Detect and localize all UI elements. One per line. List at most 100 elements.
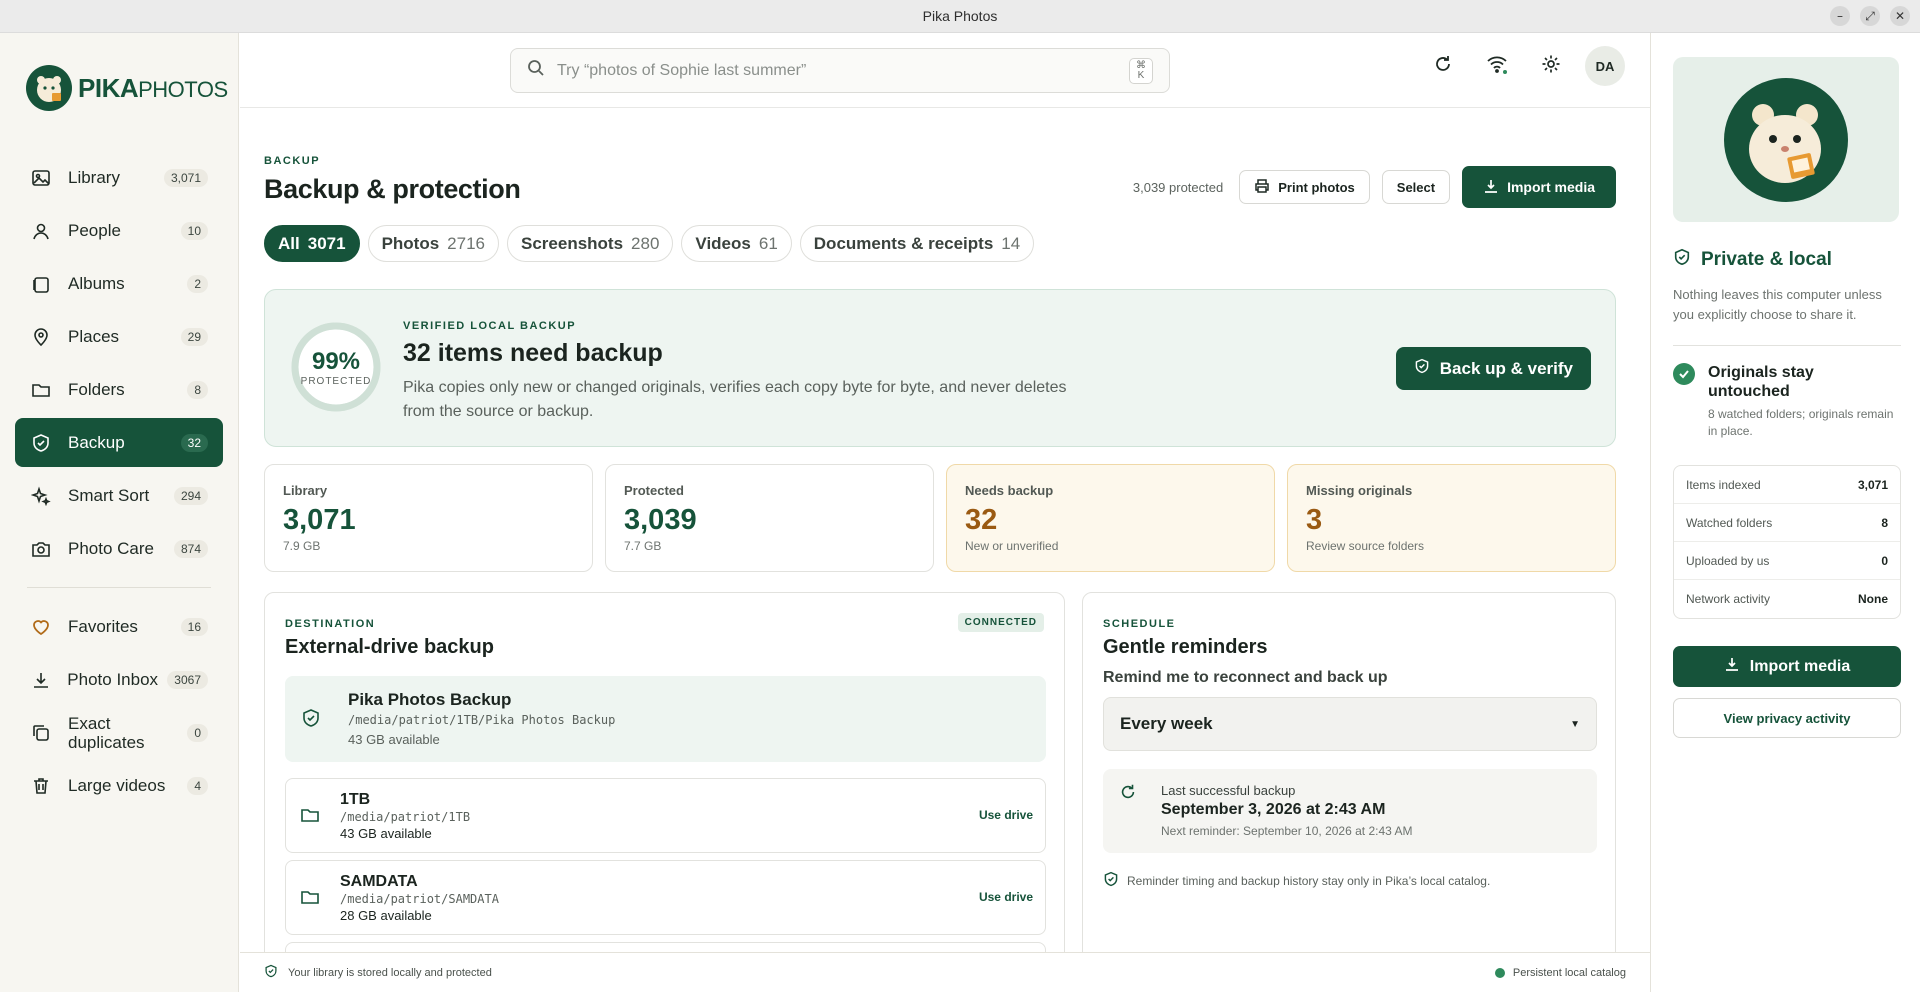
- hero-description: Pika copies only new or changed original…: [403, 379, 1067, 420]
- sidebar-item-label: Favorites: [68, 617, 138, 636]
- stat-sub: New or unverified: [965, 539, 1059, 553]
- privacy-stats: Items indexed 3,071 Watched folders 8 Uplo…: [1673, 465, 1901, 619]
- drive-option[interactable]: 1TB /media/patriot/1TB 43 GB available U…: [285, 778, 1046, 853]
- tab-videos[interactable]: Videos 61: [681, 225, 792, 262]
- tab-label: Screenshots: [521, 233, 624, 253]
- tab-count: 61: [758, 233, 778, 253]
- page-eyebrow: BACKUP: [264, 155, 321, 167]
- status-badge: CONNECTED: [957, 613, 1044, 632]
- sparkle-icon: [30, 485, 52, 507]
- reminder-question: Remind me to reconnect and back up: [1103, 669, 1388, 686]
- drive-option-partial[interactable]: [285, 942, 1046, 952]
- originals-title: Originals stay untouched: [1708, 364, 1814, 400]
- count-badge: 3,071: [163, 168, 208, 187]
- sidebar-item-label: Library: [68, 168, 120, 187]
- network-status-button[interactable]: [1477, 46, 1517, 86]
- stat-value: 32: [965, 504, 998, 536]
- protected-percent-label: PROTECTED: [300, 375, 372, 387]
- count-badge: 10: [180, 221, 208, 240]
- sidebar-item-label: Large videos: [68, 776, 166, 795]
- top-bar: Try “photos of Sophie last summer” ⌘ K DA: [240, 33, 1650, 108]
- sidebar-item-label: Exact duplicates: [68, 713, 145, 752]
- use-drive-button[interactable]: Use drive: [979, 890, 1033, 904]
- minimize-button[interactable]: –: [1830, 6, 1850, 26]
- schedule-title: Gentle reminders: [1103, 636, 1268, 658]
- hero-eyebrow: VERIFIED LOCAL BACKUP: [403, 320, 577, 332]
- refresh-button[interactable]: [1423, 46, 1463, 86]
- gear-icon: [1541, 54, 1561, 79]
- sidebar-item-label: Backup: [68, 433, 125, 452]
- tab-documents-receipts[interactable]: Documents & receipts 14: [799, 225, 1035, 262]
- sidebar-item-photo-inbox[interactable]: Photo Inbox 3067: [15, 655, 223, 704]
- stat-label: Needs backup: [965, 483, 1054, 498]
- sidebar-item-photo-care[interactable]: Photo Care 874: [15, 524, 223, 573]
- drive-option[interactable]: SAMDATA /media/patriot/SAMDATA 28 GB ava…: [285, 860, 1046, 935]
- app-logo[interactable]: PIKAPHOTOS: [26, 65, 228, 111]
- main-content: BACKUP Backup & protection 3,039 protect…: [264, 108, 1616, 952]
- select-button[interactable]: Select: [1381, 170, 1451, 204]
- status-left-text: Your library is stored locally and prote…: [288, 966, 492, 979]
- shield-check-icon: [1103, 871, 1119, 890]
- settings-button[interactable]: [1531, 46, 1571, 86]
- tab-screenshots[interactable]: Screenshots 280: [507, 225, 674, 262]
- stat-label: Library: [283, 483, 328, 498]
- back-up-verify-button[interactable]: Back up & verify: [1395, 347, 1591, 390]
- import-media-button[interactable]: Import media: [1673, 646, 1901, 687]
- sidebar-item-label: Photo Care: [68, 539, 154, 558]
- protected-count: 3,039 protected: [1132, 179, 1224, 195]
- sidebar-item-albums[interactable]: Albums 2: [15, 259, 223, 308]
- sidebar-item-smart-sort[interactable]: Smart Sort 294: [15, 471, 223, 520]
- drive-path: /media/patriot/SAMDATA: [340, 892, 499, 906]
- avatar[interactable]: DA: [1585, 46, 1625, 86]
- use-drive-button[interactable]: Use drive: [979, 808, 1033, 822]
- sidebar-item-exact-duplicates[interactable]: Exact duplicates 0: [15, 708, 223, 757]
- refresh-icon: [1433, 54, 1453, 79]
- sidebar-item-label: Folders: [68, 380, 125, 399]
- refresh-icon: [1119, 783, 1137, 806]
- search-input[interactable]: Try “photos of Sophie last summer” ⌘ K: [510, 48, 1170, 93]
- brand-bold: PIKA: [78, 72, 139, 103]
- sidebar-item-people[interactable]: People 10: [15, 206, 223, 255]
- tab-label: Photos: [381, 233, 440, 253]
- brand-light: PHOTOS: [138, 76, 228, 102]
- count-badge: 29: [180, 327, 208, 346]
- reminder-frequency-value: Every week: [1120, 714, 1213, 733]
- reminder-frequency-select[interactable]: Every week ▼: [1103, 697, 1597, 751]
- close-button[interactable]: ✕: [1890, 6, 1910, 26]
- import-media-label: Import media: [1749, 657, 1851, 675]
- sidebar-item-folders[interactable]: Folders 8: [15, 365, 223, 414]
- schedule-privacy-note: Reminder timing and backup history stay …: [1103, 871, 1490, 890]
- sidebar-item-backup[interactable]: Backup 32: [15, 418, 223, 467]
- sidebar-item-favorites[interactable]: Favorites 16: [15, 602, 223, 651]
- sidebar-item-library[interactable]: Library 3,071: [15, 153, 223, 202]
- count-badge: 874: [173, 539, 208, 558]
- schedule-note-text: Reminder timing and backup history stay …: [1127, 873, 1491, 888]
- stat-card-missing-originals[interactable]: Missing originals 3 Review source folder…: [1287, 464, 1616, 572]
- drive-available: 28 GB available: [340, 908, 432, 923]
- page-title: Backup & protection: [264, 174, 521, 204]
- print-photos-button[interactable]: Print photos: [1239, 170, 1370, 204]
- count-badge: 2: [187, 274, 208, 293]
- drive-name: Pika Photos Backup: [348, 690, 512, 709]
- count-badge: 32: [180, 433, 208, 452]
- tab-count: 280: [631, 233, 660, 253]
- privacy-stat-key: Watched folders: [1686, 515, 1773, 530]
- schedule-card: SCHEDULE Gentle reminders Remind me to r…: [1082, 592, 1616, 952]
- folder-icon: [30, 379, 52, 401]
- privacy-stat-row: Uploaded by us 0: [1674, 542, 1900, 580]
- folder-icon: [300, 887, 320, 912]
- privacy-description: Nothing leaves this computer unless you …: [1673, 287, 1882, 322]
- import-media-button[interactable]: Import media: [1462, 166, 1616, 208]
- sidebar-item-large-videos[interactable]: Large videos 4: [15, 761, 223, 810]
- sidebar-item-places[interactable]: Places 29: [15, 312, 223, 361]
- tab-all[interactable]: All 3071: [264, 225, 360, 262]
- tab-photos[interactable]: Photos 2716: [367, 225, 499, 262]
- privacy-divider: [1673, 345, 1901, 346]
- filter-tabs: All 3071 Photos 2716 Screenshots 280 Videos…: [264, 225, 1035, 262]
- shield-check-icon: [1673, 248, 1691, 272]
- view-privacy-activity-button[interactable]: View privacy activity: [1673, 698, 1901, 738]
- sidebar-item-label: Photo Inbox: [67, 670, 159, 689]
- sidebar-divider: [27, 587, 211, 588]
- stat-card-needs-backup[interactable]: Needs backup 32 New or unverified: [946, 464, 1275, 572]
- maximize-button[interactable]: ⤢: [1860, 6, 1880, 26]
